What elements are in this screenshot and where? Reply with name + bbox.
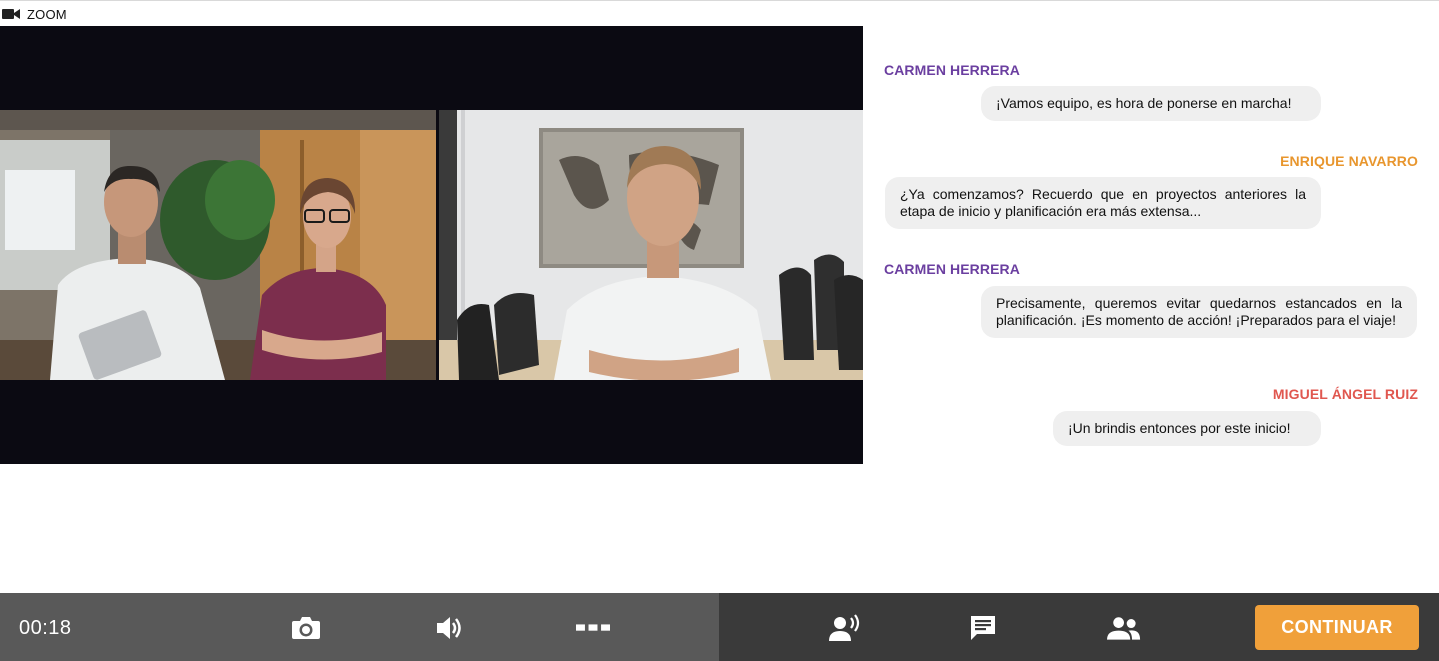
control-bar-right: CONTINUAR [719, 593, 1439, 661]
message-bubble: ¿Ya comenzamos? Recuerdo que en proyecto… [885, 177, 1321, 229]
participants-icon [1107, 617, 1141, 640]
message-bubble: ¡Vamos equipo, es hora de ponerse en mar… [981, 86, 1321, 121]
message-sender: MIGUEL ÁNGEL RUIZ [1272, 386, 1418, 402]
top-border [0, 0, 1439, 1]
message-bubble: ¡Un brindis entonces por este inicio! [1053, 411, 1321, 446]
speaker-view-button[interactable] [828, 611, 862, 645]
speaker-button[interactable] [433, 611, 467, 645]
video-tile-left [0, 110, 436, 380]
camera-button[interactable] [289, 611, 323, 645]
participants-video-left [0, 110, 436, 380]
speaker-icon [437, 617, 461, 639]
video-camera-icon [2, 9, 20, 19]
message-sender: ENRIQUE NAVARRO [1280, 153, 1418, 169]
video-area [0, 26, 863, 464]
control-bar: 00:18 CONTINUAR [0, 593, 1439, 661]
more-button[interactable] [576, 611, 610, 645]
title-bar: ZOOM [2, 6, 67, 22]
app-title: ZOOM [27, 6, 67, 22]
speaker-person-icon [829, 614, 860, 641]
control-bar-left: 00:18 [0, 593, 719, 661]
chat-icon [971, 616, 995, 640]
message-sender: CARMEN HERRERA [884, 62, 1020, 78]
participant-video-right [439, 110, 863, 380]
chat-panel: CARMEN HERRERA ¡Vamos equipo, es hora de… [863, 26, 1439, 593]
camera-icon [292, 617, 320, 639]
video-tile-right [439, 110, 863, 380]
chat-button[interactable] [966, 611, 1000, 645]
message-bubble: Precisamente, queremos evitar quedarnos … [981, 286, 1417, 338]
call-timer: 00:18 [19, 617, 72, 639]
participants-button[interactable] [1107, 611, 1141, 645]
message-sender: CARMEN HERRERA [884, 261, 1020, 277]
more-icon [576, 624, 610, 631]
continue-button[interactable]: CONTINUAR [1255, 605, 1419, 650]
